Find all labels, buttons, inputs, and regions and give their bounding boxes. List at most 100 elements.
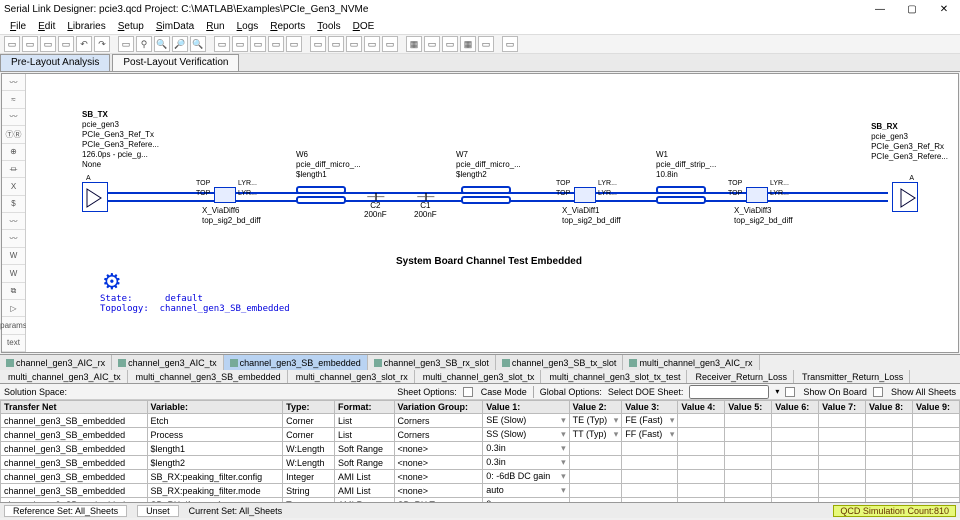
grid-cell[interactable]: [622, 442, 678, 456]
w6-tline[interactable]: [296, 186, 346, 194]
sheet-tab-multi_channel_gen3_slot_tx_test[interactable]: multi_channel_gen3_slot_tx_test: [541, 370, 687, 383]
menu-reports[interactable]: Reports: [266, 20, 309, 33]
grid-cell[interactable]: [725, 470, 772, 484]
grid-cell[interactable]: [819, 484, 866, 498]
grid-cell[interactable]: [725, 456, 772, 470]
palette-btn-4[interactable]: ⊕: [2, 144, 25, 161]
grid-cell[interactable]: [772, 456, 819, 470]
grid-cell[interactable]: 0.3in: [483, 456, 569, 470]
w7-tline[interactable]: [461, 186, 511, 194]
toolbar-btn-9[interactable]: 🔍: [154, 36, 170, 52]
grid-cell[interactable]: [866, 428, 913, 442]
sheet-tab-channel_gen3_SB_embedded[interactable]: channel_gen3_SB_embedded: [224, 355, 368, 370]
sheet-tab-multi_channel_gen3_AIC_tx[interactable]: multi_channel_gen3_AIC_tx: [0, 370, 128, 383]
grid-header[interactable]: Value 5:: [725, 401, 772, 414]
grid-cell[interactable]: [819, 470, 866, 484]
palette-btn-0[interactable]: 〰: [2, 74, 25, 91]
grid-cell[interactable]: [678, 484, 725, 498]
rx-port[interactable]: [892, 182, 918, 212]
grid-cell[interactable]: [725, 428, 772, 442]
table-row[interactable]: channel_gen3_SB_embeddedSB_RX:peaking_fi…: [1, 470, 960, 484]
palette-btn-1[interactable]: ≈: [2, 91, 25, 108]
toolbar-btn-1[interactable]: ▭: [22, 36, 38, 52]
grid-cell[interactable]: [912, 470, 959, 484]
grid-header[interactable]: Value 8:: [866, 401, 913, 414]
grid-header[interactable]: Value 7:: [819, 401, 866, 414]
palette-btn-9[interactable]: 〰: [2, 230, 25, 247]
grid-cell[interactable]: [912, 484, 959, 498]
toolbar-btn-8[interactable]: ⚲: [136, 36, 152, 52]
cap-c1-sym[interactable]: —||—: [414, 192, 437, 201]
toolbar-btn-17[interactable]: ▭: [286, 36, 302, 52]
menu-setup[interactable]: Setup: [114, 20, 148, 33]
palette-btn-15[interactable]: text: [2, 335, 25, 352]
table-row[interactable]: channel_gen3_SB_embedded$length1W:Length…: [1, 442, 960, 456]
toolbar-btn-13[interactable]: ▭: [214, 36, 230, 52]
grid-cell[interactable]: SS (Slow): [483, 428, 569, 442]
menu-edit[interactable]: Edit: [34, 20, 59, 33]
sheet-tab-multi_channel_gen3_AIC_rx[interactable]: multi_channel_gen3_AIC_rx: [623, 355, 759, 370]
grid-cell[interactable]: [622, 456, 678, 470]
grid-cell[interactable]: [912, 428, 959, 442]
tx-port[interactable]: [82, 182, 108, 212]
table-row[interactable]: channel_gen3_SB_embeddedProcessCornerLis…: [1, 428, 960, 442]
grid-cell[interactable]: [912, 414, 959, 428]
toolbar-btn-27[interactable]: ▭: [442, 36, 458, 52]
grid-cell[interactable]: [866, 442, 913, 456]
grid-cell[interactable]: TT (Typ): [569, 428, 622, 442]
toolbar-btn-4[interactable]: ↶: [76, 36, 92, 52]
grid-cell[interactable]: [569, 470, 622, 484]
menu-logs[interactable]: Logs: [233, 20, 263, 33]
doe-select-input[interactable]: [689, 385, 769, 399]
maximize-button[interactable]: ▢: [900, 2, 924, 16]
toolbar-btn-10[interactable]: 🔎: [172, 36, 188, 52]
via-diff3[interactable]: [746, 187, 768, 203]
grid-header[interactable]: Value 1:: [483, 401, 569, 414]
case-mode-checkbox[interactable]: [463, 387, 473, 397]
toolbar-btn-20[interactable]: ▭: [328, 36, 344, 52]
grid-cell[interactable]: [622, 470, 678, 484]
table-row[interactable]: channel_gen3_SB_embeddedEtchCornerListCo…: [1, 414, 960, 428]
menu-file[interactable]: File: [6, 20, 30, 33]
grid-header[interactable]: Value 3:: [622, 401, 678, 414]
grid-cell[interactable]: auto: [483, 484, 569, 498]
grid-cell[interactable]: [772, 484, 819, 498]
show-all-sheets-checkbox[interactable]: [873, 387, 883, 397]
grid-cell[interactable]: [678, 442, 725, 456]
close-button[interactable]: ✕: [932, 2, 956, 16]
grid-header[interactable]: Type:: [283, 401, 335, 414]
palette-btn-6[interactable]: X: [2, 178, 25, 195]
grid-cell[interactable]: [772, 442, 819, 456]
grid-cell[interactable]: 0.3in: [483, 442, 569, 456]
grid-header[interactable]: Variation Group:: [394, 401, 483, 414]
sheet-tab-channel_gen3_AIC_rx[interactable]: channel_gen3_AIC_rx: [0, 355, 112, 370]
grid-cell[interactable]: [819, 456, 866, 470]
subtab-0[interactable]: Pre-Layout Analysis: [0, 54, 110, 71]
grid-cell[interactable]: [772, 428, 819, 442]
grid-cell[interactable]: [912, 456, 959, 470]
sheet-tab-Transmitter_Return_Loss[interactable]: Transmitter_Return_Loss: [794, 370, 910, 383]
toolbar-btn-29[interactable]: ▭: [478, 36, 494, 52]
toolbar-btn-21[interactable]: ▭: [346, 36, 362, 52]
toolbar-btn-11[interactable]: 🔍: [190, 36, 206, 52]
grid-cell[interactable]: 0: -6dB DC gain: [483, 470, 569, 484]
toolbar-btn-23[interactable]: ▭: [382, 36, 398, 52]
toolbar-btn-0[interactable]: ▭: [4, 36, 20, 52]
grid-header[interactable]: Value 4:: [678, 401, 725, 414]
grid-cell[interactable]: [819, 428, 866, 442]
grid-cell[interactable]: [725, 414, 772, 428]
grid-header[interactable]: Variable:: [147, 401, 283, 414]
grid-cell[interactable]: [772, 470, 819, 484]
show-on-board-checkbox[interactable]: [785, 387, 795, 397]
toolbar-btn-25[interactable]: ▦: [406, 36, 422, 52]
grid-cell[interactable]: [912, 442, 959, 456]
w1-tline[interactable]: [656, 186, 706, 194]
toolbar-btn-3[interactable]: ▭: [58, 36, 74, 52]
via-diff6[interactable]: [214, 187, 236, 203]
sheet-tab-multi_channel_gen3_SB_embedded[interactable]: multi_channel_gen3_SB_embedded: [128, 370, 288, 383]
sheet-tab-Receiver_Return_Loss[interactable]: Receiver_Return_Loss: [687, 370, 794, 383]
subtab-1[interactable]: Post-Layout Verification: [112, 54, 239, 71]
grid-cell[interactable]: FE (Fast): [622, 414, 678, 428]
toolbar-btn-28[interactable]: ▦: [460, 36, 476, 52]
grid-cell[interactable]: [678, 456, 725, 470]
